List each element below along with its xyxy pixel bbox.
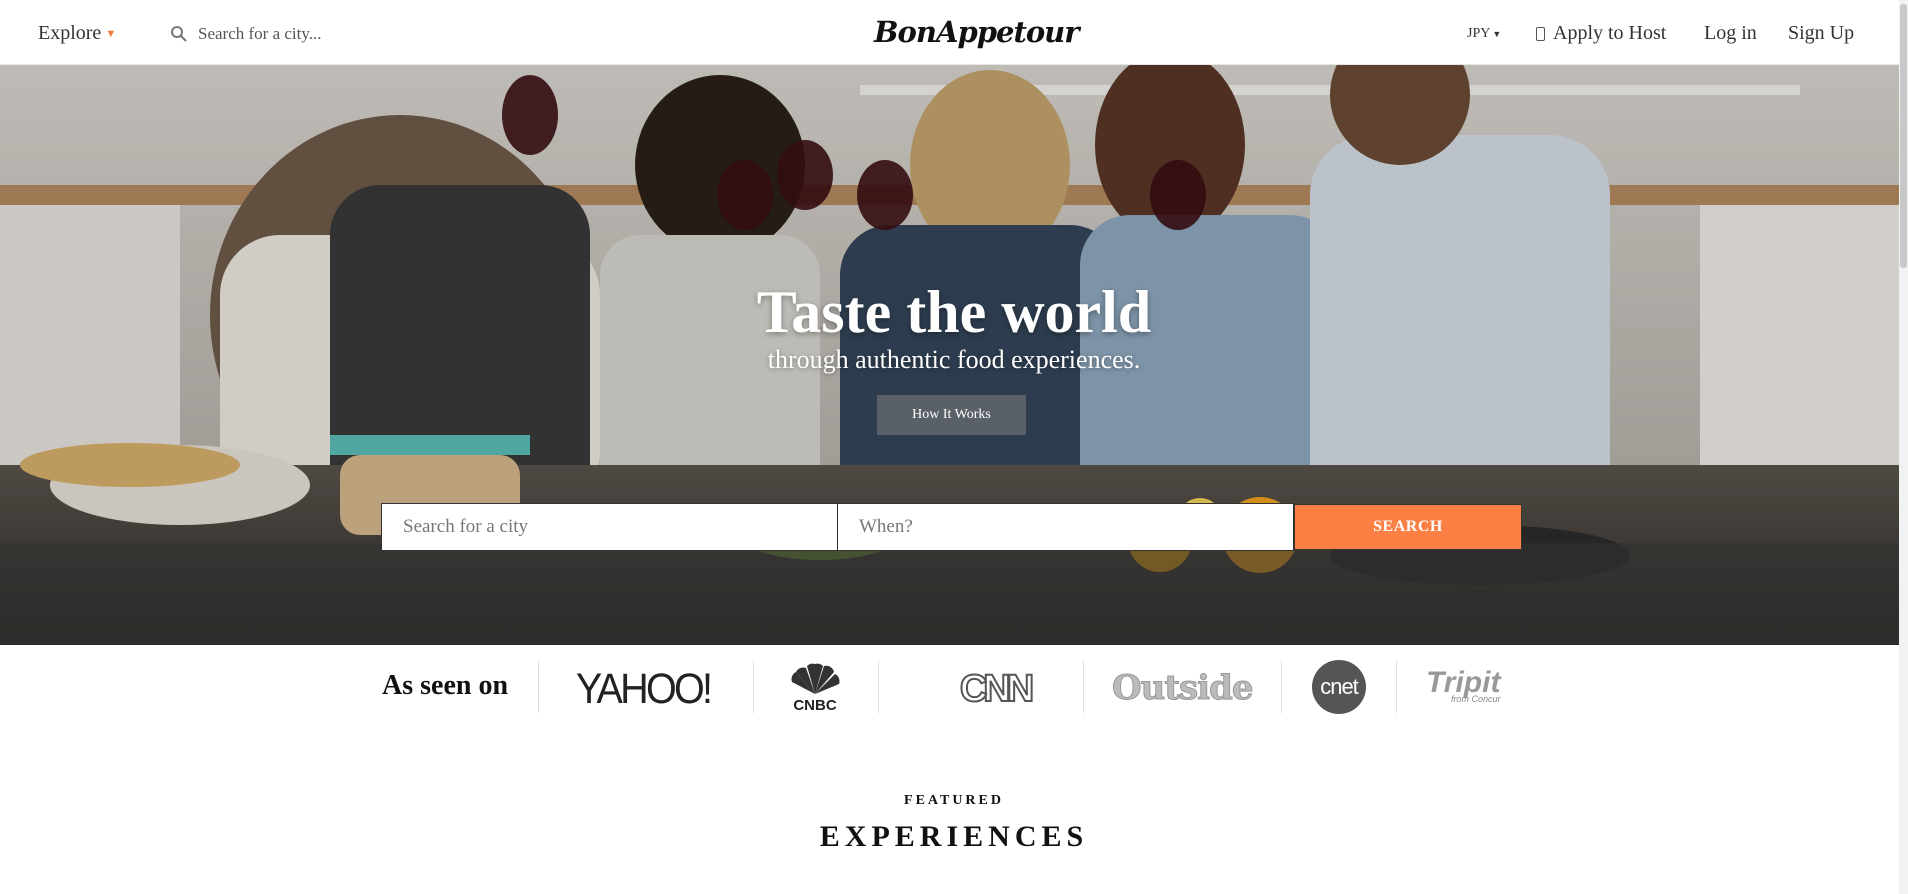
featured-heading: EXPERIENCES [819, 820, 1089, 853]
divider [1083, 661, 1084, 713]
divider [878, 661, 879, 713]
as-seen-on-heading: As seen on [382, 670, 509, 701]
featured-label: FEATURED [904, 793, 1004, 808]
hero-section: Taste the world through authentic food e… [0, 65, 1908, 645]
cnn-wordmark: CNN [959, 667, 1037, 710]
outside-logo: Outside [1112, 668, 1255, 709]
cnbc-logo: CNBC [780, 662, 850, 712]
currency-selector[interactable]: JPY ▼ [1467, 26, 1501, 42]
apply-label: Apply to Host [1553, 22, 1667, 44]
how-it-works-button[interactable]: How It Works [877, 395, 1026, 435]
tripit-subtext: from Concur [1450, 694, 1501, 704]
search-band [0, 543, 1908, 645]
explore-menu[interactable]: Explore ▼ [38, 22, 116, 45]
scrollbar-thumb[interactable] [1900, 4, 1907, 268]
top-navbar: Explore▼ BonAppetour JPY▼ Apply to Host … [0, 0, 1908, 65]
date-field[interactable] [837, 503, 1294, 551]
cnn-text: CNN [960, 668, 1032, 710]
phone-icon [1536, 26, 1545, 41]
cnet-logo: cnet [1312, 660, 1366, 714]
nav-search [170, 22, 430, 46]
cnbc-peacock-icon: CNBC [791, 663, 840, 712]
divider [1281, 661, 1282, 713]
apply-to-host-link[interactable]: Apply to Host [1536, 22, 1666, 45]
login-link[interactable]: Log in [1704, 22, 1757, 45]
signup-link[interactable]: Sign Up [1788, 22, 1854, 45]
divider [538, 661, 539, 713]
divider [1396, 661, 1397, 713]
site-logo[interactable]: BonAppetour [874, 8, 1080, 56]
date-input[interactable] [857, 515, 1261, 539]
currency-label: JPY [1467, 26, 1491, 41]
cnbc-text: CNBC [793, 697, 836, 712]
divider [753, 661, 754, 713]
search-button[interactable]: SEARCH [1294, 504, 1522, 550]
caret-down-icon: ▼ [1492, 29, 1502, 39]
hero-subtitle: through authentic food experiences. [767, 345, 1141, 374]
city-field[interactable] [381, 503, 838, 551]
search-icon [171, 26, 187, 42]
caret-down-icon: ▼ [105, 28, 117, 41]
city-input[interactable] [401, 515, 805, 539]
nav-search-input[interactable] [196, 23, 420, 45]
tripit-logo: Tripit from Concur [1426, 666, 1500, 704]
yahoo-logo: YAHOO! [575, 665, 713, 713]
explore-label: Explore [38, 22, 102, 44]
cnn-logo: CNN [940, 665, 1050, 710]
hero-title: Taste the world [756, 279, 1152, 345]
page-scrollbar[interactable] [1899, 0, 1908, 894]
